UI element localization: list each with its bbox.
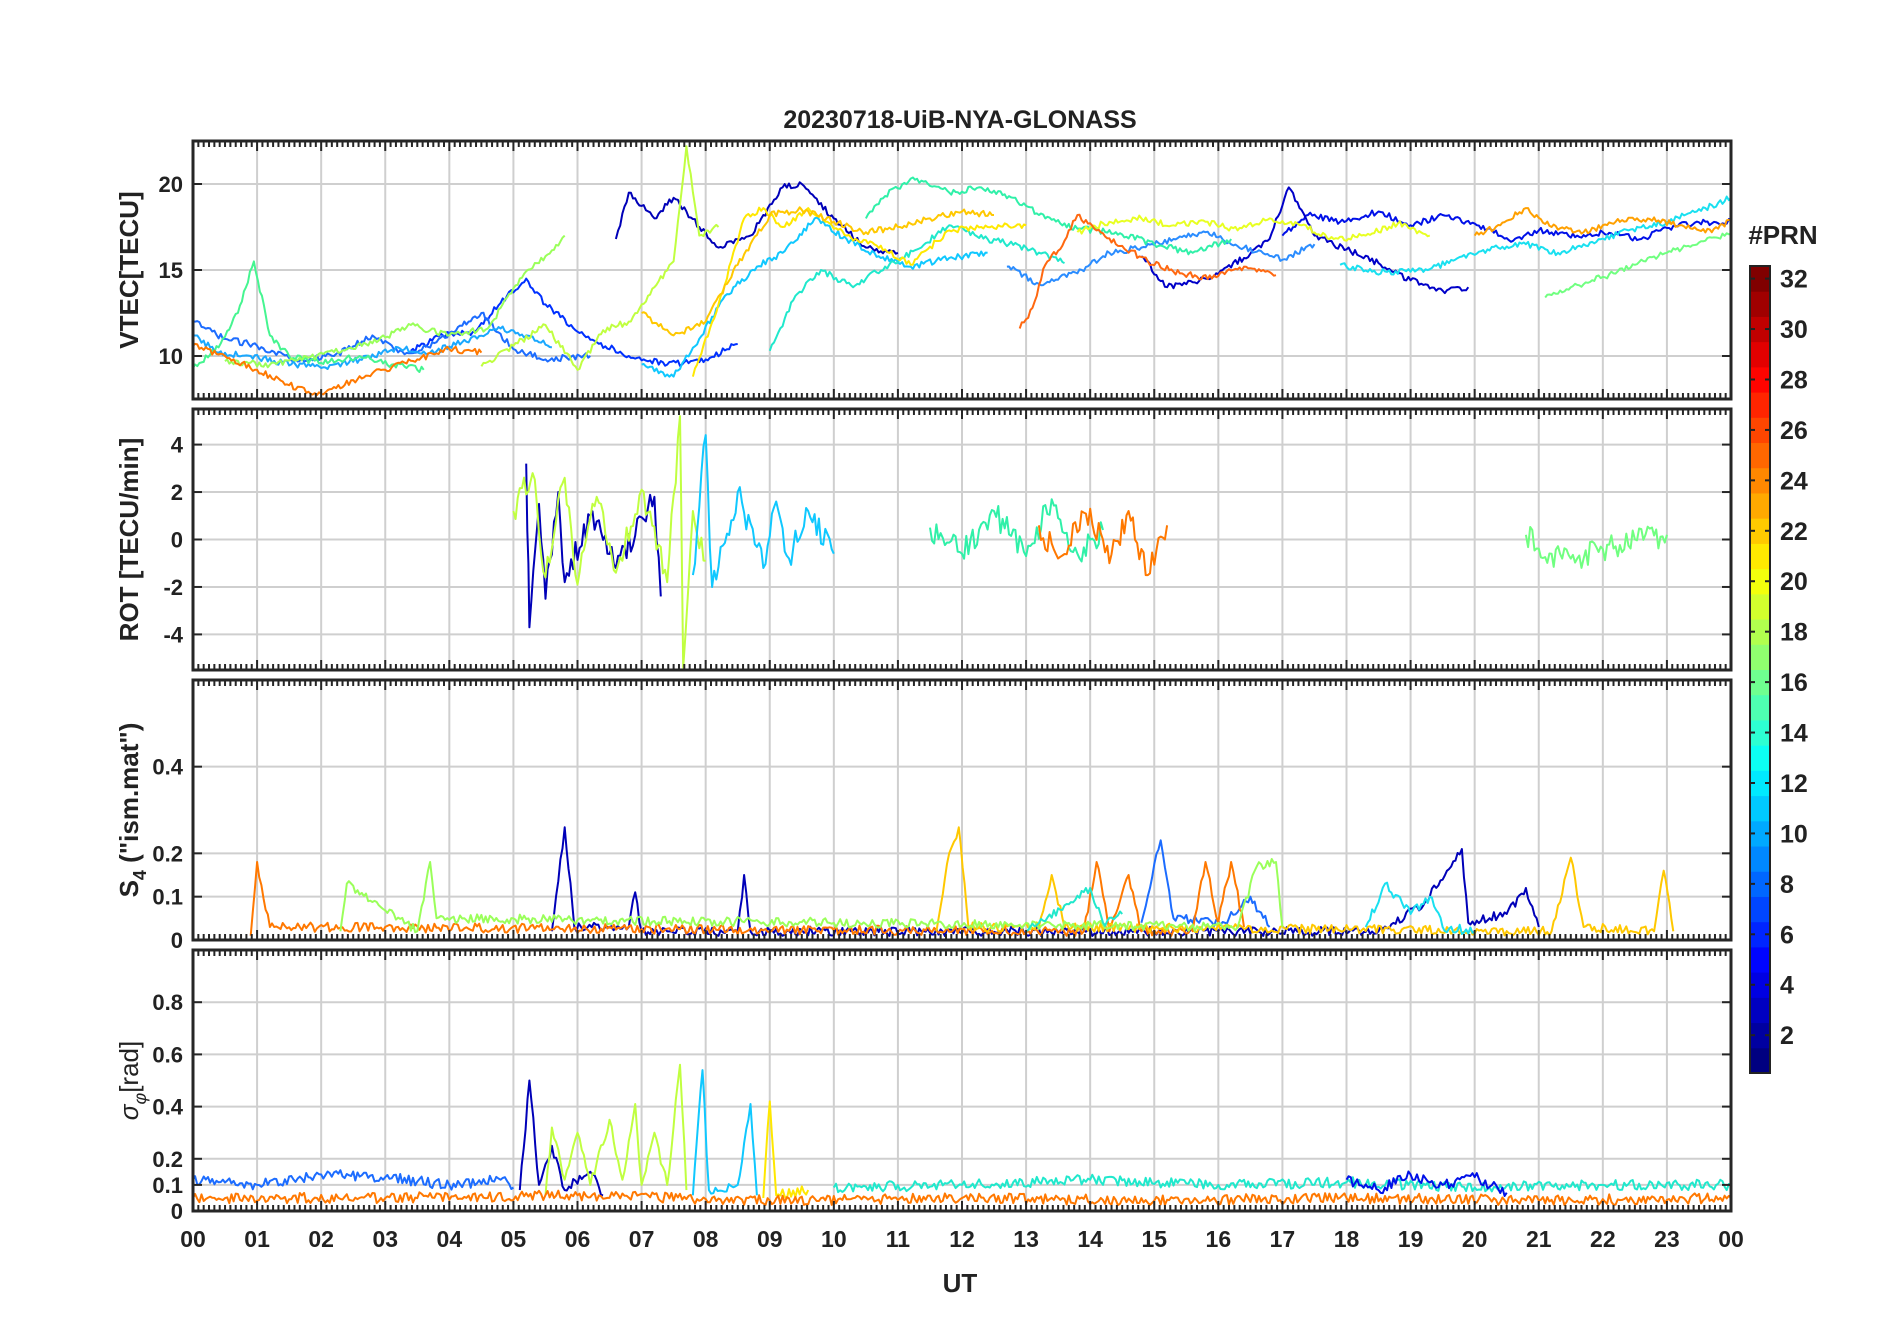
colorbar-level	[1750, 846, 1770, 872]
colorbar-level	[1750, 644, 1770, 670]
x-tick-label: 08	[693, 1226, 719, 1252]
y-tick-label: 0.4	[152, 1095, 183, 1120]
colorbar-level	[1750, 946, 1770, 973]
colorbar-tick-label: 30	[1780, 316, 1808, 344]
x-tick-label: 05	[501, 1226, 527, 1252]
y-tick-label: 0	[171, 928, 183, 953]
colorbar-title: #PRN	[1748, 220, 1817, 250]
x-tick-label: 15	[1141, 1226, 1167, 1252]
colorbar-tick-label: 2	[1780, 1022, 1794, 1050]
colorbar-tick-label: 24	[1780, 467, 1808, 495]
x-tick-label: 01	[244, 1226, 270, 1252]
panel-rot: 4 2 0 -2 -4 ROT [TECU/min]	[114, 407, 1733, 672]
x-tick-label: 11	[886, 1226, 911, 1252]
y-tick-label: -4	[163, 622, 183, 647]
colorbar-tick-label: 12	[1780, 770, 1808, 798]
y-tick-label: 4	[171, 433, 184, 458]
y-tick-label: 0.8	[152, 990, 183, 1015]
x-tick-label: 20	[1462, 1226, 1488, 1252]
colorbar-level	[1750, 543, 1770, 570]
colorbar-level	[1750, 291, 1770, 317]
colorbar-level	[1750, 694, 1770, 721]
colorbar-level	[1750, 745, 1770, 771]
colorbar-tick-label: 22	[1780, 518, 1808, 546]
y-tick-label: 2	[171, 480, 183, 505]
y-tick-label: 0.4	[152, 755, 183, 780]
y-tick-label: -2	[163, 575, 183, 600]
y-axis-label-vtec: VTEC[TECU]	[114, 191, 144, 348]
y-tick-label: 0.2	[152, 1147, 183, 1172]
x-tick-label: 07	[629, 1226, 655, 1252]
x-tick-label: 00	[180, 1226, 206, 1252]
x-tick-label: 21	[1526, 1226, 1552, 1252]
colorbar-tick-label: 4	[1780, 972, 1794, 1000]
x-tick-label: 03	[372, 1226, 398, 1252]
colorbar-level	[1750, 341, 1770, 368]
figure: 20230718-UiB-NYA-GLONASS 101520VTEC[TECU…	[114, 106, 1818, 1298]
colorbar-tick-label: 6	[1780, 921, 1794, 949]
x-tick-label: 02	[308, 1226, 334, 1252]
colorbar-tick-label: 18	[1780, 619, 1808, 647]
y-axis-label-sigma_phi: σφ[rad]	[114, 1041, 150, 1120]
colorbar-level	[1750, 492, 1770, 519]
colorbar-level	[1750, 392, 1770, 418]
y-tick-label: 20	[159, 172, 183, 197]
x-tick-labels: 00 01 02 03 04 05 06 07 08 09 10 11 12 13 14 15 16 17 18 19…	[180, 1226, 1744, 1252]
colorbar-tick-label: 28	[1780, 366, 1808, 394]
colorbar-level	[1750, 795, 1770, 822]
x-tick-label: 14	[1077, 1226, 1103, 1252]
y-axis-label-s4: S4 ("ism.mat")	[114, 723, 150, 898]
y-tick-label: 10	[159, 344, 183, 369]
colorbar-tick-label: 26	[1780, 417, 1808, 445]
y-tick-label: 0.1	[152, 1173, 183, 1198]
colorbar-tick-label: 10	[1780, 820, 1808, 848]
x-tick-label: 06	[565, 1226, 591, 1252]
y-axis-label-rot: ROT [TECU/min]	[114, 438, 144, 642]
x-tick-label: 22	[1590, 1226, 1616, 1252]
y-tick-label: 0.1	[152, 885, 183, 910]
colorbar-level	[1750, 997, 1770, 1024]
x-tick-label: 12	[949, 1226, 975, 1252]
colorbar-level	[1750, 593, 1770, 620]
colorbar-tick-label: 8	[1780, 871, 1794, 899]
panel-vtec: 10 15 20 VTEC[TECU]	[114, 139, 1733, 401]
chart-title: 20230718-UiB-NYA-GLONASS	[783, 106, 1136, 134]
panel-sigma_phi: 0.8 0.6 0.4 0.20.10 σφ[rad]	[114, 948, 1733, 1224]
y-tick-label: 15	[159, 258, 183, 283]
x-tick-label: 18	[1334, 1226, 1360, 1252]
x-tick-label: 09	[757, 1226, 783, 1252]
x-tick-label: 00	[1718, 1226, 1744, 1252]
x-tick-label: 16	[1206, 1226, 1232, 1252]
colorbar-level	[1750, 896, 1770, 923]
x-tick-label: 17	[1270, 1226, 1296, 1252]
y-tick-label: 0.2	[152, 841, 183, 866]
x-tick-label: 23	[1654, 1226, 1680, 1252]
y-tick-label: 0	[171, 528, 183, 553]
x-tick-label: 19	[1398, 1226, 1424, 1252]
colorbar-level	[1750, 1047, 1770, 1074]
y-tick-label: 0	[171, 1199, 183, 1224]
prn-colorbar: #PRN 2468101214161820222426283032	[1748, 220, 1818, 1074]
x-tick-label: 10	[821, 1226, 847, 1252]
colorbar-tick-label: 32	[1780, 266, 1808, 294]
colorbar-tick-label: 20	[1780, 568, 1808, 596]
panel-s4: 0.4 0.2 0.1 0 S4 ("ism.mat")	[114, 678, 1733, 953]
colorbar-tick-label: 14	[1780, 720, 1808, 748]
x-axis-label: UT	[943, 1268, 978, 1298]
x-tick-label: 04	[437, 1226, 463, 1252]
x-tick-label: 13	[1013, 1226, 1039, 1252]
colorbar-tick-label: 16	[1780, 669, 1808, 697]
colorbar-level	[1750, 442, 1770, 469]
y-tick-label: 0.6	[152, 1042, 183, 1067]
